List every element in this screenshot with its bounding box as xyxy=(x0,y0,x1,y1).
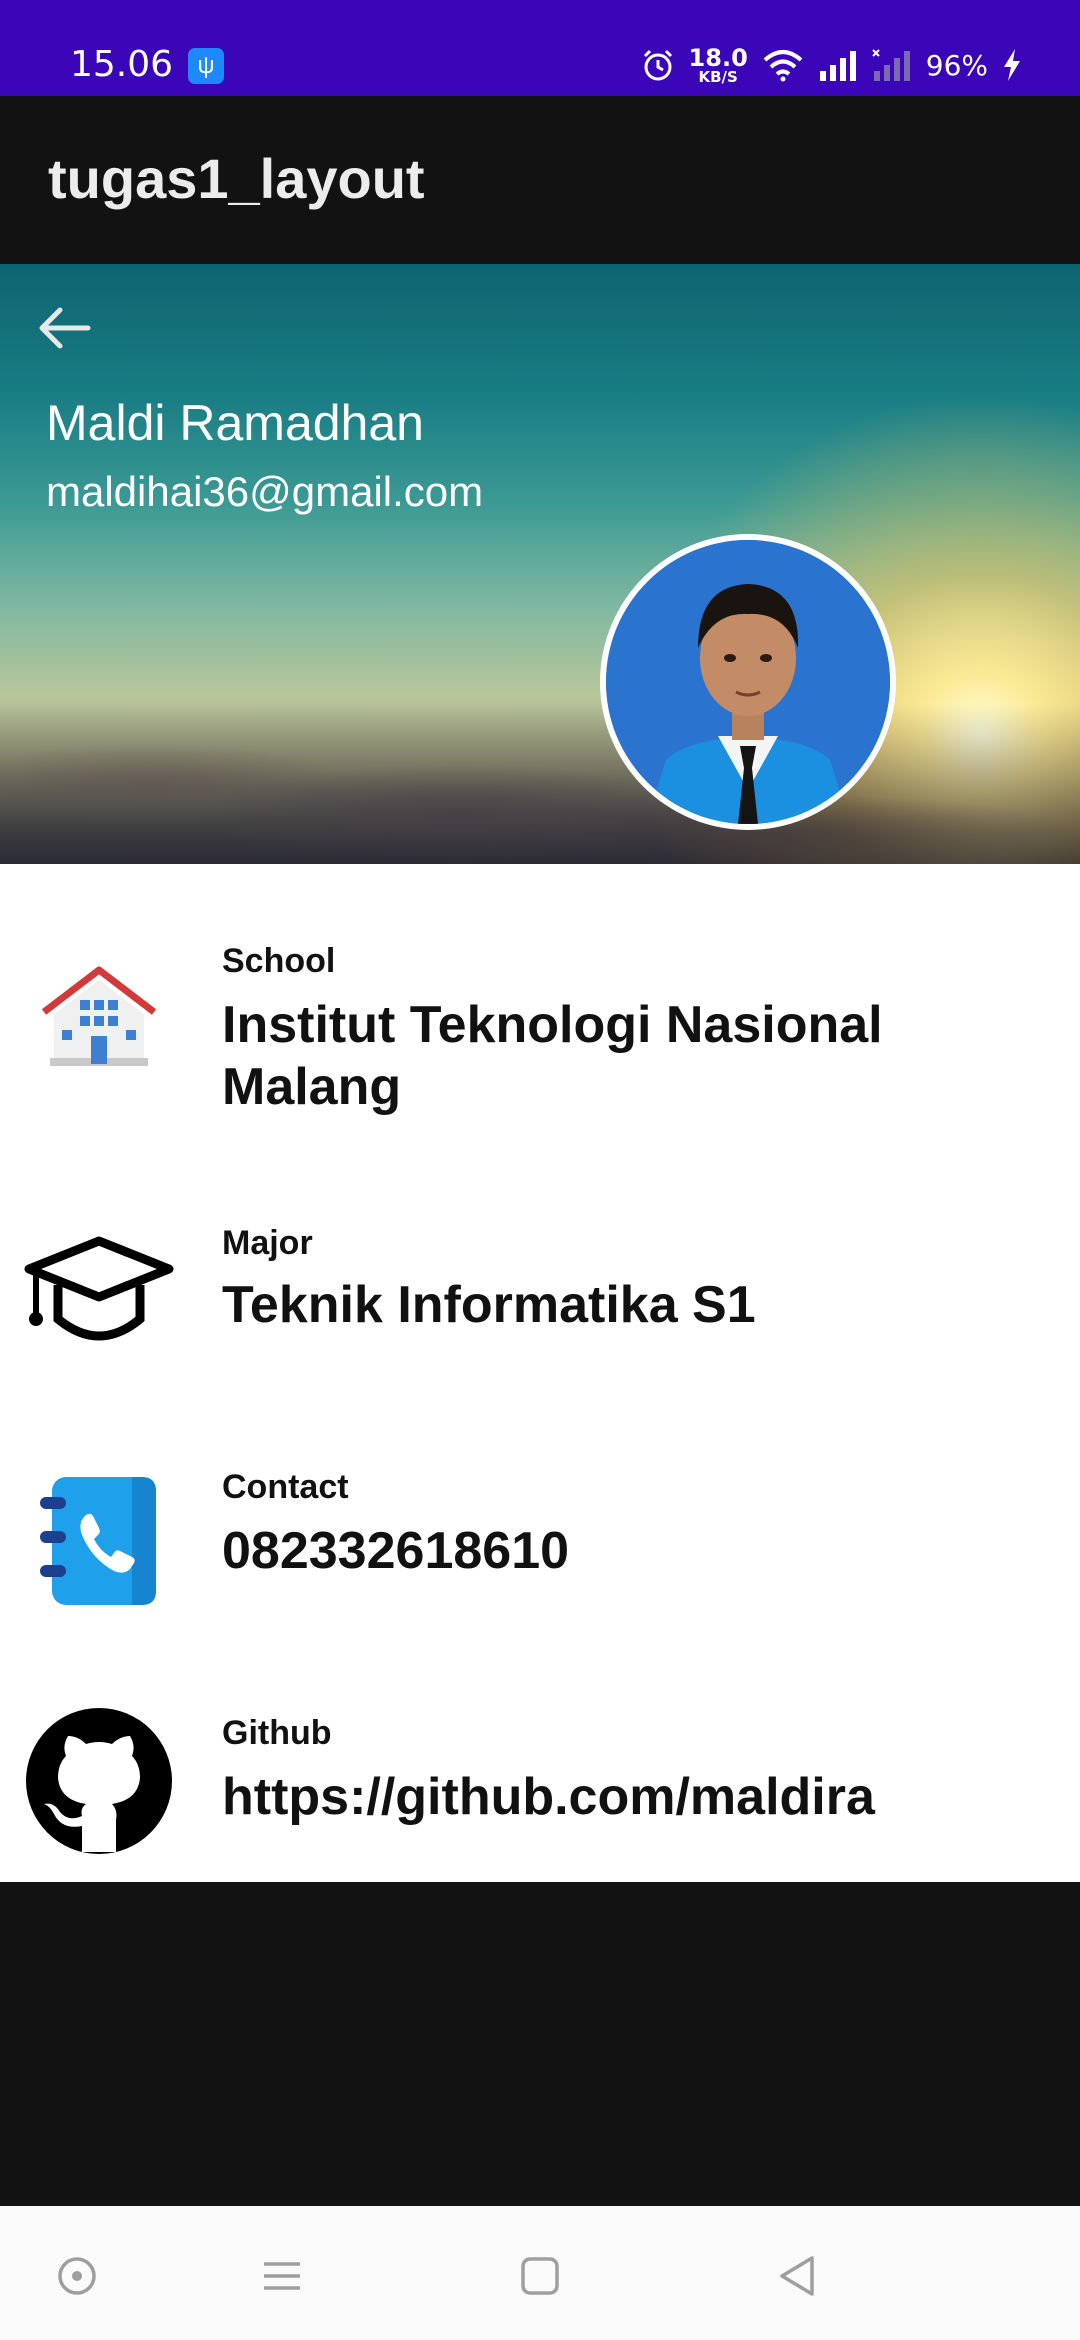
wifi-icon xyxy=(763,50,803,82)
contact-label: Contact xyxy=(222,1468,349,1506)
sky-background xyxy=(0,704,1080,864)
menu-button[interactable] xyxy=(252,2246,312,2306)
home-button[interactable] xyxy=(510,2246,570,2306)
back-arrow-icon[interactable] xyxy=(30,298,100,358)
github-label: Github xyxy=(222,1714,332,1752)
school-icon xyxy=(24,940,174,1090)
profile-header: Maldi Ramadhan maldihai36@gmail.com xyxy=(0,264,1080,864)
alarm-icon xyxy=(643,49,672,81)
navigation-bar xyxy=(0,2206,1080,2340)
speed-unit: KB/S xyxy=(698,67,738,86)
major-value: Teknik Informatika S1 xyxy=(222,1276,756,1334)
network-speed: 18.0 KB/S xyxy=(689,46,748,85)
status-bar: 15.06 ψ 18.0 KB/S 96% xyxy=(0,0,1080,96)
empty-area xyxy=(0,1882,1080,2206)
battery-level: 96% xyxy=(925,48,988,82)
speed-value: 18.0 xyxy=(688,43,748,72)
graduation-cap-icon xyxy=(24,1216,174,1366)
profile-email: maldihai36@gmail.com xyxy=(46,468,484,515)
status-icons: 18.0 KB/S 96% xyxy=(641,40,1022,90)
school-label: School xyxy=(222,942,336,980)
dot-button[interactable] xyxy=(47,2246,107,2306)
school-value: Institut Teknologi Nasional Malang xyxy=(222,996,883,1116)
contact-book-icon xyxy=(24,1466,174,1616)
usb-icon: ψ xyxy=(188,48,224,84)
app-bar: tugas1_layout xyxy=(0,96,1080,264)
contact-value: 082332618610 xyxy=(222,1522,570,1580)
avatar xyxy=(600,534,896,830)
github-value[interactable]: https://github.com/maldira xyxy=(222,1766,1022,1828)
major-label: Major xyxy=(222,1224,313,1262)
status-time: 15.06 xyxy=(70,44,174,85)
signal-off-icon xyxy=(872,49,910,81)
app-title: tugas1_layout xyxy=(48,147,425,210)
back-button[interactable] xyxy=(768,2246,828,2306)
avatar-photo xyxy=(606,540,890,824)
github-icon xyxy=(24,1706,174,1856)
profile-details: School Institut Teknologi Nasional Malan… xyxy=(0,864,1080,1882)
signal-icon xyxy=(819,51,856,81)
charging-icon xyxy=(1004,49,1020,81)
profile-name: Maldi Ramadhan xyxy=(46,395,424,451)
